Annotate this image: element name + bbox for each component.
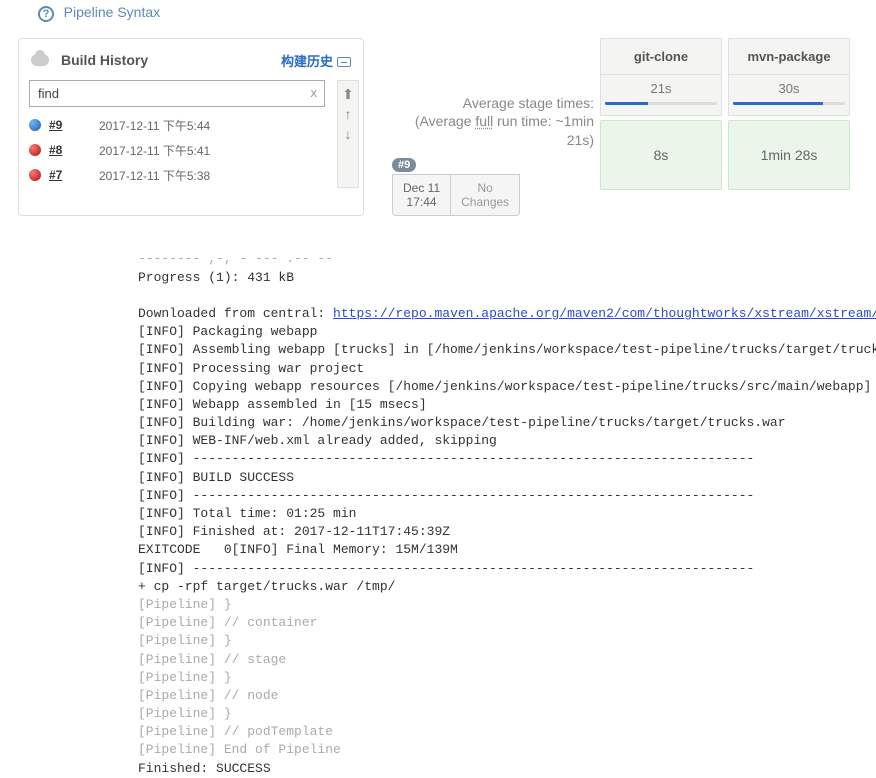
run-date-box[interactable]: Dec 11 17:44 (392, 174, 451, 216)
history-search-input[interactable] (29, 80, 325, 107)
build-number-link[interactable]: #7 (49, 168, 99, 182)
status-ball-blue-icon (29, 119, 41, 131)
stage-avg-cell: 30s (728, 75, 850, 116)
stage-header: git-clone (600, 38, 722, 75)
downloaded-url-link[interactable]: https://repo.maven.apache.org/maven2/com… (333, 306, 876, 321)
build-history-panel: Build History 构建历史 x #9 2017-12-11 下午5:4… (18, 38, 364, 217)
build-time: 2017-12-11 下午5:41 (99, 142, 210, 159)
run-changes-box[interactable]: No Changes (451, 174, 520, 216)
run-tag[interactable]: #9 (392, 158, 416, 172)
collapse-icon[interactable] (337, 57, 351, 67)
clear-search-icon[interactable]: x (311, 85, 318, 100)
build-row[interactable]: #7 2017-12-11 下午5:38 (29, 163, 325, 188)
stage-run-cell[interactable]: 8s (600, 120, 722, 190)
pipeline-syntax-row: ? Pipeline Syntax (0, 0, 876, 30)
progress-bar (733, 102, 823, 105)
trend-link[interactable]: 构建历史 (281, 51, 351, 70)
status-ball-red-icon (29, 169, 41, 181)
help-icon[interactable]: ? (38, 6, 54, 22)
build-history-header: Build History 构建历史 (19, 47, 363, 80)
console-output: -------- ,-, - --- .-- -- Progress (1): … (0, 216, 876, 778)
stage-view: Average stage times: (Average full run t… (374, 38, 876, 217)
stage-column-mvn-package: mvn-package 30s 1min 28s (728, 38, 850, 217)
pipeline-syntax-link[interactable]: Pipeline Syntax (64, 4, 161, 20)
stage-run-cell[interactable]: 1min 28s (728, 120, 850, 190)
arrow-up-icon[interactable]: ↑ (345, 107, 352, 121)
arrow-down-icon[interactable]: ↓ (345, 127, 352, 141)
average-stage-times-label: Average stage times: (Average full run t… (374, 94, 594, 151)
build-row[interactable]: #8 2017-12-11 下午5:41 (29, 138, 325, 163)
build-number-link[interactable]: #9 (49, 118, 99, 132)
weather-icon (31, 54, 49, 66)
build-history-title: Build History (61, 52, 281, 68)
build-row[interactable]: #9 2017-12-11 下午5:44 (29, 113, 325, 138)
build-time: 2017-12-11 下午5:44 (99, 117, 210, 134)
history-nav-arrows: ⬆ ↑ ↓ (337, 80, 359, 188)
status-ball-red-icon (29, 144, 41, 156)
build-number-link[interactable]: #8 (49, 143, 99, 157)
jump-top-icon[interactable]: ⬆ (342, 87, 354, 101)
stage-column-git-clone: git-clone 21s 8s (600, 38, 722, 217)
stage-avg-cell: 21s (600, 75, 722, 116)
progress-bar (605, 102, 648, 105)
history-search-row: x (29, 80, 325, 107)
build-time: 2017-12-11 下午5:38 (99, 167, 210, 184)
stage-header: mvn-package (728, 38, 850, 75)
